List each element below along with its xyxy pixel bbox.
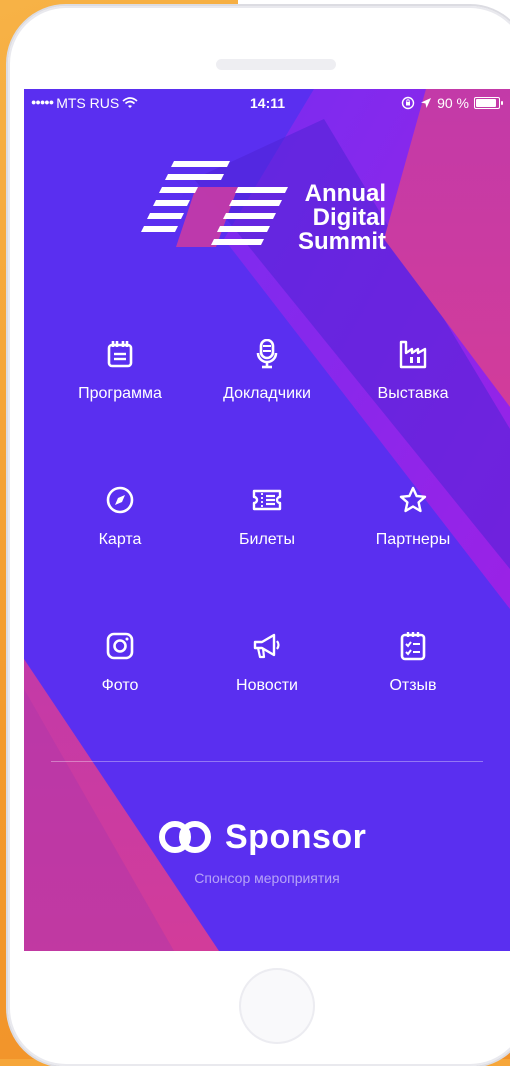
compass-icon [106,486,134,514]
menu-item-program[interactable]: Программа [39,339,201,403]
megaphone-icon [253,633,280,659]
divider [51,761,483,762]
status-time: 14:11 [250,95,286,111]
checklist-icon [400,632,426,661]
sponsor-logo[interactable]: Sponsor [155,817,366,857]
sponsor-name: Sponsor [225,817,367,856]
menu-item-label: Партнеры [375,531,451,548]
menu-item-tickets[interactable]: Билеты [186,485,348,549]
instagram-icon [106,632,134,660]
earpiece-speaker [216,59,336,70]
star-icon [399,486,427,513]
menu-item-photo[interactable]: Фото [39,631,201,695]
event-title-line2: Digital [312,204,386,231]
calendar-icon [107,341,133,368]
event-title-line1: Annual [304,180,386,207]
ticket-icon [252,489,282,511]
menu-item-news[interactable]: Новости [186,631,348,695]
menu-item-label: Выставка [377,385,449,402]
event-title-line3: Summit [297,228,386,255]
battery-percent: 90 % [437,95,469,111]
home-button[interactable] [239,968,315,1044]
battery-icon [474,97,503,109]
menu-item-label: Карта [98,531,142,548]
menu-item-label: Программа [78,385,162,402]
rotation-lock-icon [401,96,415,110]
wifi-icon [122,97,138,108]
menu-item-label: Билеты [239,531,295,548]
chain-link-icon [159,821,211,853]
app-screen: ●●●●● MTS RUS 14:11 90 % Annual Digital … [24,89,510,951]
menu-item-label: Новости [236,677,298,694]
menu-item-partners[interactable]: Партнеры [332,485,494,549]
menu-item-feedback[interactable]: Отзыв [332,631,494,695]
menu-item-label: Отзыв [389,677,437,694]
menu-item-label: Фото [101,677,139,694]
microphone-icon [256,339,278,369]
menu-item-speakers[interactable]: Докладчики [186,339,348,403]
menu-item-exhibition[interactable]: Выставка [332,339,494,403]
menu-item-label: Докладчики [223,385,311,402]
sponsor-subtitle: Спонсор мероприятия [194,870,340,886]
location-arrow-icon [421,98,432,108]
event-title: Annual Digital Summit [256,182,386,254]
signal-dots-icon: ●●●●● [31,97,54,107]
carrier-name: MTS RUS [56,95,120,111]
menu-item-map[interactable]: Карта [39,485,201,549]
factory-icon [399,340,427,369]
status-bar: ●●●●● MTS RUS 14:11 90 % [24,89,510,119]
